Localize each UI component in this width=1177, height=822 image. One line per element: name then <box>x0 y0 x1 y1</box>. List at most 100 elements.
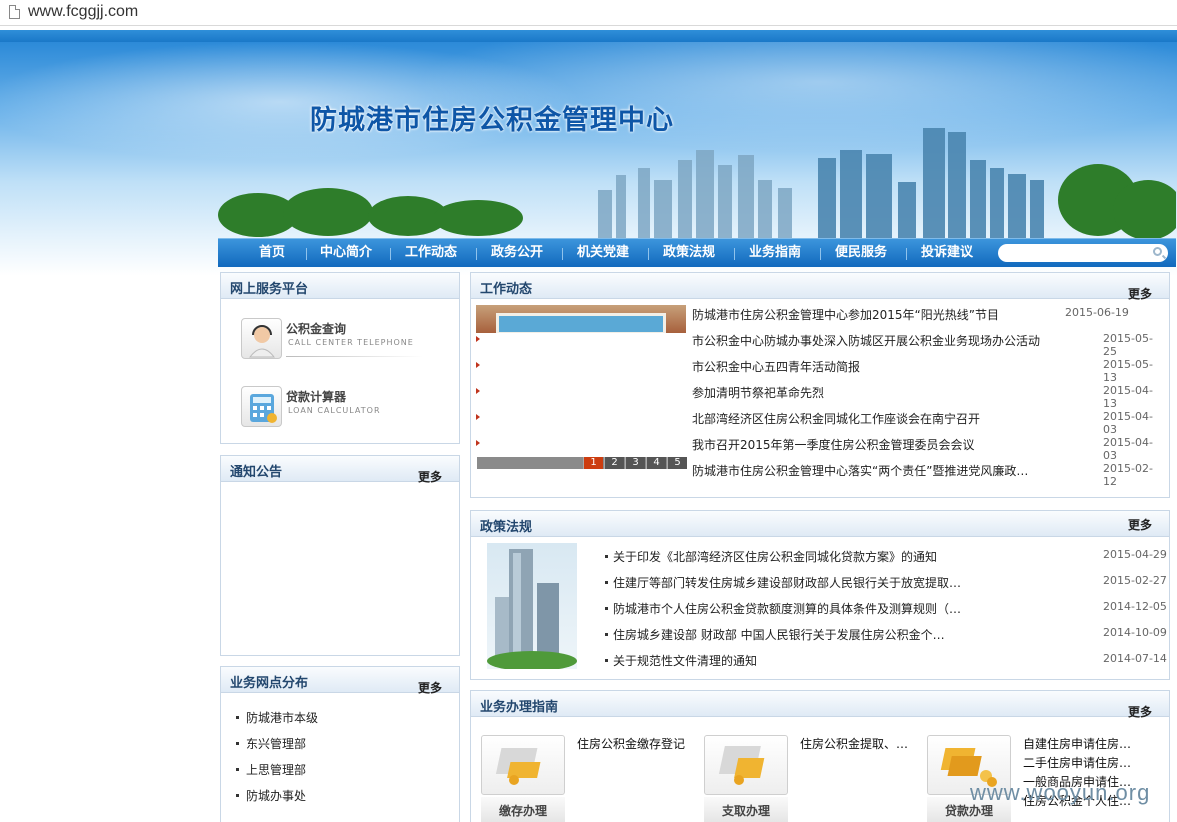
pager-button[interactable]: 3 <box>625 457 645 469</box>
city-skyline-image <box>218 128 1176 238</box>
divider <box>286 356 423 357</box>
nav-item-complaints[interactable]: 投诉建议 <box>921 239 973 268</box>
branches-panel: 业务网点分布 更多 防城港市本级 东兴管理部 上思管理部 防城办事处 <box>220 666 460 822</box>
nav-item-party[interactable]: 机关党建 <box>577 239 629 268</box>
calculator-icon <box>241 386 282 427</box>
search-input[interactable] <box>998 244 1168 262</box>
pager-button[interactable]: 4 <box>646 457 666 469</box>
news-item[interactable]: 市公积金中心五四青年活动简报 2015-05-13 <box>476 357 1166 384</box>
banner-top-strip <box>0 30 1177 42</box>
page-icon <box>9 5 20 19</box>
guide-item-withdraw[interactable]: 支取办理 住房公积金提取、… <box>704 735 924 822</box>
bullet <box>605 581 608 584</box>
online-services-panel: 网上服务平台 公积金查询 CALL CENTER TELEPHONE 贷款计算器… <box>220 272 460 444</box>
nav-separator <box>306 248 307 260</box>
work-news-panel: 工作动态 更多 防城港市住房公积金管理中心参加2015年“阳光热线”节目 201… <box>470 272 1170 498</box>
arrow-icon <box>476 388 480 394</box>
headset-icon <box>241 318 282 359</box>
card-icon <box>704 735 788 795</box>
news-item[interactable]: 北部湾经济区住房公积金同城化工作座谈会在南宁召开 2015-04-03 <box>476 409 1166 436</box>
guide-caption: 支取办理 <box>704 797 788 822</box>
panel-header: 政策法规 更多 <box>471 511 1169 537</box>
panel-title: 业务网点分布 <box>230 676 309 691</box>
nav-item-gov-affairs[interactable]: 政务公开 <box>491 239 543 268</box>
loan-calculator-link[interactable]: 贷款计算器 LOAN CALCULATOR <box>241 384 423 430</box>
guide-item-deposit[interactable]: 缴存办理 住房公积金缴存登记 <box>481 735 701 822</box>
bullet <box>236 742 239 745</box>
more-link[interactable]: 更多 <box>1128 516 1152 533</box>
nav-item-guide[interactable]: 业务指南 <box>749 239 801 268</box>
news-item[interactable]: 参加清明节祭祀革命先烈 2015-04-13 <box>476 383 1166 410</box>
guide-text[interactable]: 二手住房申请住房… <box>1023 754 1131 773</box>
nav-separator <box>906 248 907 260</box>
arrow-icon <box>476 336 480 342</box>
search-icon[interactable] <box>1153 247 1162 256</box>
nav-separator <box>820 248 821 260</box>
policy-item[interactable]: 关于印发《北部湾经济区住房公积金同城化贷款方案》的通知 2015-04-29 <box>613 547 1168 567</box>
panel-title: 工作动态 <box>480 282 533 297</box>
nav-separator <box>734 248 735 260</box>
watermark-text: www.wooyun.org <box>970 780 1151 805</box>
site-title: 防城港市住房公积金管理中心 <box>310 105 674 136</box>
service-sublabel: LOAN CALCULATOR <box>288 406 381 415</box>
buildings-image <box>487 543 577 669</box>
panel-title: 通知公告 <box>230 465 283 480</box>
panel-header: 业务办理指南 更多 <box>471 691 1169 720</box>
arrow-icon <box>476 362 480 368</box>
pager-button[interactable]: 1 <box>583 457 603 469</box>
nav-item-work-news[interactable]: 工作动态 <box>405 239 457 268</box>
address-bar[interactable]: www.fcggjj.com <box>0 0 1177 26</box>
policy-item[interactable]: 住房城乡建设部 财政部 中国人民银行关于发展住房公积金个… 2014-10-09 <box>613 625 1168 645</box>
panel-title: 业务办理指南 <box>480 700 559 715</box>
pager-button[interactable]: 5 <box>667 457 687 469</box>
nav-item-home[interactable]: 首页 <box>259 239 285 268</box>
bullet <box>236 716 239 719</box>
nav-separator <box>476 248 477 260</box>
more-link[interactable]: 更多 <box>418 679 442 696</box>
fund-query-link[interactable]: 公积金查询 CALL CENTER TELEPHONE <box>241 316 423 362</box>
bullet <box>605 607 608 610</box>
nav-item-services[interactable]: 便民服务 <box>835 239 887 268</box>
bullet <box>605 659 608 662</box>
more-link[interactable]: 更多 <box>418 468 442 485</box>
guide-text[interactable]: 住房公积金缴存登记 <box>577 735 685 754</box>
pager-button[interactable]: 2 <box>604 457 624 469</box>
notice-panel: 通知公告 更多 <box>220 455 460 656</box>
bullet <box>236 768 239 771</box>
nav-separator <box>562 248 563 260</box>
guide-text[interactable]: 自建住房申请住房… <box>1023 735 1131 754</box>
bullet <box>605 555 608 558</box>
nav-item-about[interactable]: 中心简介 <box>320 239 372 268</box>
arrow-icon <box>476 414 480 420</box>
policy-item[interactable]: 住建厅等部门转发住房城乡建设部财政部人民银行关于放宽提取… 2015-02-27 <box>613 573 1168 593</box>
service-label: 公积金查询 <box>286 322 347 336</box>
arrow-icon <box>476 440 480 446</box>
more-link[interactable]: 更多 <box>1128 703 1152 720</box>
news-item[interactable]: 市公积金中心防城办事处深入防城区开展公积金业务现场办公活动 2015-05-25 <box>476 331 1166 358</box>
panel-header: 通知公告 更多 <box>221 456 459 485</box>
panel-title: 政策法规 <box>480 520 533 535</box>
nav-separator <box>648 248 649 260</box>
service-sublabel: CALL CENTER TELEPHONE <box>288 338 414 347</box>
more-link[interactable]: 更多 <box>1128 285 1152 302</box>
slideshow-pager: 1 2 3 4 5 <box>477 457 687 469</box>
guide-text[interactable]: 住房公积金提取、… <box>800 735 908 754</box>
panel-header: 工作动态 更多 <box>471 273 1169 302</box>
service-label: 贷款计算器 <box>286 390 347 404</box>
policy-panel: 政策法规 更多 关于印发《北部湾经济区住房公积金同城化贷款方案》的通知 2015… <box>470 510 1170 680</box>
guide-caption: 缴存办理 <box>481 797 565 822</box>
nav-item-policy[interactable]: 政策法规 <box>663 239 715 268</box>
panel-header: 业务网点分布 更多 <box>221 667 459 696</box>
main-nav: 首页 中心简介 工作动态 政务公开 机关党建 政策法规 业务指南 便民服务 投诉… <box>218 238 1176 267</box>
card-icon <box>481 735 565 795</box>
news-item[interactable]: 防城港市住房公积金管理中心参加2015年“阳光热线”节目 2015-06-19 <box>476 305 1166 325</box>
news-item[interactable]: 我市召开2015年第一季度住房公积金管理委员会会议 2015-04-03 <box>476 435 1166 462</box>
policy-item[interactable]: 关于规范性文件清理的通知 2014-07-14 <box>613 651 1168 671</box>
bullet <box>236 794 239 797</box>
url-text[interactable]: www.fcggjj.com <box>28 3 138 21</box>
policy-item[interactable]: 防城港市个人住房公积金贷款额度测算的具体条件及测算规则（… 2014-12-05 <box>613 599 1168 619</box>
panel-title: 网上服务平台 <box>230 282 309 297</box>
guide-item-loan[interactable]: 贷款办理 自建住房申请住房… 二手住房申请住房… 一般商品房申请住… 住房公积金… <box>927 735 1147 822</box>
bullet <box>605 633 608 636</box>
panel-header: 网上服务平台 <box>221 273 459 299</box>
